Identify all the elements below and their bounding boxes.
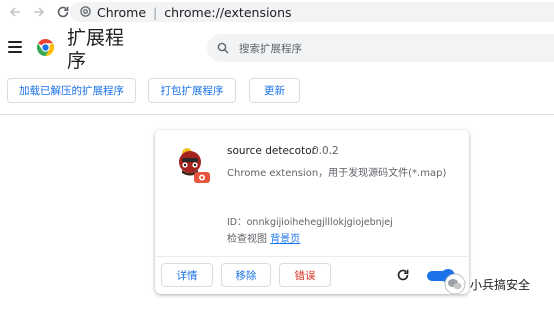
hamburger-menu-icon[interactable] (8, 41, 22, 53)
load-unpacked-button[interactable]: 加载已解压的扩展程序 (7, 78, 136, 103)
extension-id: ID：onnkgijioihehegjlllokjgiojebnjej (227, 217, 393, 228)
details-button[interactable]: 详情 (161, 263, 213, 287)
extension-name: source detecotor (227, 145, 316, 157)
watermark: 小兵搞安全 (444, 273, 530, 295)
developer-actions: 加载已解压的扩展程序 打包扩展程序 更新 (0, 78, 554, 104)
inspect-views-label: 检查视图 (227, 234, 267, 245)
chrome-logo-icon (36, 38, 55, 57)
extension-icon (172, 144, 214, 186)
search-extensions-input[interactable]: 搜索扩展程序 (207, 34, 554, 62)
background-page-link[interactable]: 背景页 (270, 234, 300, 245)
search-placeholder: 搜索扩展程序 (239, 42, 302, 55)
card-divider (155, 256, 469, 257)
update-button[interactable]: 更新 (249, 78, 300, 103)
omnibox-separator: | (153, 4, 158, 20)
back-icon[interactable] (6, 3, 24, 21)
inspect-views: 检查视图 背景页 (227, 230, 300, 245)
errors-button[interactable]: 错误 (279, 263, 331, 287)
url-text: chrome://extensions (164, 4, 292, 20)
reload-extension-icon[interactable] (395, 267, 411, 283)
forward-icon[interactable] (30, 3, 48, 21)
extensions-page: Chrome | chrome://extensions 扩展程序 搜索扩展程序 (0, 0, 554, 311)
remove-button[interactable]: 移除 (221, 263, 271, 287)
header-divider (0, 114, 554, 115)
extension-description: Chrome extension，用于发现源码文件(*.map) (227, 168, 447, 179)
search-icon (217, 39, 229, 58)
extension-version: 0.0.2 (312, 145, 339, 157)
wechat-icon (444, 273, 466, 295)
address-bar[interactable]: Chrome | chrome://extensions (70, 2, 554, 22)
extensions-header: 扩展程序 搜索扩展程序 (0, 24, 554, 74)
site-chip-label: Chrome (97, 4, 147, 20)
pack-extension-button[interactable]: 打包扩展程序 (148, 78, 236, 103)
page-title: 扩展程序 (67, 27, 125, 72)
chrome-site-icon (80, 5, 91, 20)
watermark-text: 小兵搞安全 (470, 277, 531, 292)
browser-toolbar: Chrome | chrome://extensions (0, 0, 554, 24)
extension-card: source detecotor 0.0.2 Chrome extension，… (155, 130, 469, 294)
